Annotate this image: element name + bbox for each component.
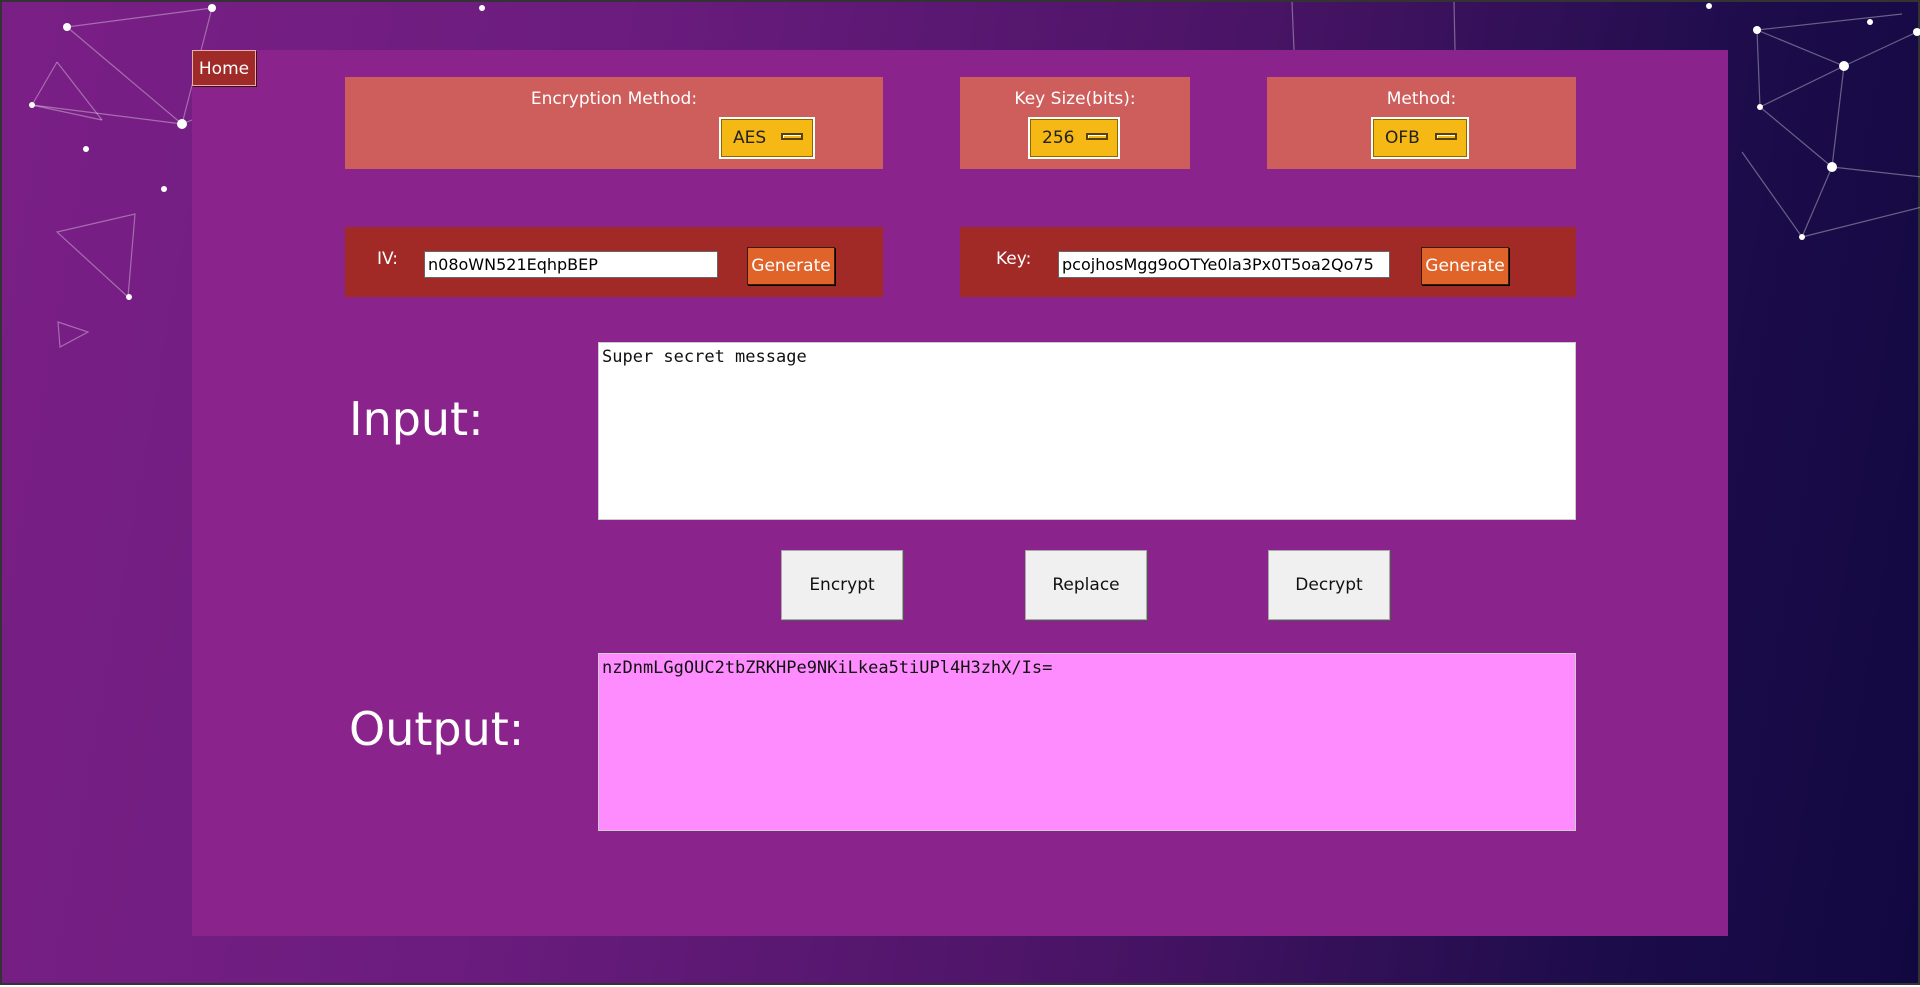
dropdown-indicator-icon	[1086, 133, 1108, 140]
encryption-method-box: Encryption Method: AES	[345, 77, 883, 169]
input-textarea[interactable]: Super secret message	[598, 342, 1576, 520]
key-size-value: 256	[1042, 128, 1075, 148]
key-input[interactable]	[1058, 251, 1390, 278]
dropdown-indicator-icon	[1435, 133, 1457, 140]
mode-label: Method:	[1386, 89, 1457, 109]
iv-input[interactable]	[424, 251, 718, 278]
key-size-label: Key Size(bits):	[1014, 89, 1136, 109]
key-size-dropdown[interactable]: 256	[1028, 117, 1120, 159]
encryption-method-dropdown[interactable]: AES	[719, 117, 815, 159]
key-generate-button[interactable]: Generate	[1421, 247, 1509, 285]
main-panel: Encryption Method: AES Key Size(bits): 2…	[192, 50, 1728, 936]
decrypt-button[interactable]: Decrypt	[1268, 550, 1390, 620]
dropdown-indicator-icon	[781, 133, 803, 140]
iv-label: IV:	[377, 249, 398, 269]
replace-button[interactable]: Replace	[1025, 550, 1147, 620]
output-textarea[interactable]: nzDnmLGgOUC2tbZRKHPe9NKiLkea5tiUPl4H3zhX…	[598, 653, 1576, 831]
home-button[interactable]: Home	[192, 50, 256, 86]
input-label: Input:	[349, 392, 484, 446]
output-label: Output:	[349, 702, 525, 756]
iv-box: IV: Generate	[345, 227, 883, 297]
key-label: Key:	[996, 249, 1032, 269]
mode-value: OFB	[1385, 128, 1420, 148]
mode-dropdown[interactable]: OFB	[1371, 117, 1469, 159]
encryption-method-value: AES	[733, 128, 767, 148]
iv-generate-button[interactable]: Generate	[747, 247, 835, 285]
mode-box: Method: OFB	[1267, 77, 1576, 169]
key-box: Key: Generate	[960, 227, 1576, 297]
key-size-box: Key Size(bits): 256	[960, 77, 1190, 169]
encryption-method-label: Encryption Method:	[530, 89, 698, 109]
encrypt-button[interactable]: Encrypt	[781, 550, 903, 620]
